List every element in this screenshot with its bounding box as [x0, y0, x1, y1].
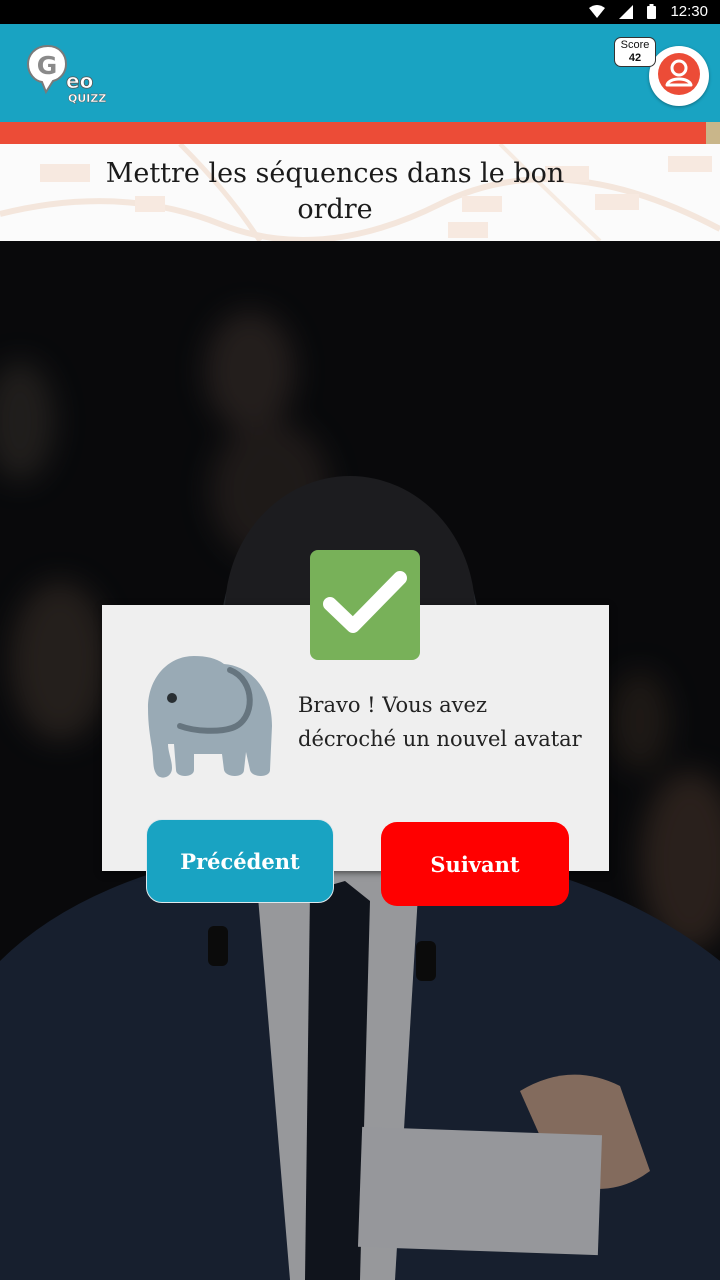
- score-badge: Score 42: [614, 37, 656, 67]
- user-icon: [657, 52, 701, 100]
- score-value: 42: [628, 52, 642, 64]
- question-text: Mettre les séquences dans le bon ordre: [105, 158, 565, 225]
- checkmark-icon: [322, 568, 408, 642]
- battery-icon: [647, 4, 657, 19]
- svg-text:QUIZZ: QUIZZ: [68, 92, 106, 105]
- svg-text:eo: eo: [66, 69, 93, 93]
- status-bar: 12:30: [0, 0, 720, 24]
- wifi-icon: [589, 4, 606, 19]
- geoquizz-logo[interactable]: G eo QUIZZ: [26, 44, 107, 105]
- score-label: Score: [620, 39, 650, 51]
- status-time: 12:30: [670, 3, 708, 20]
- reward-message: Bravo ! Vous avez décroché un nouvel ava…: [298, 693, 582, 751]
- profile-button[interactable]: [649, 46, 709, 106]
- svg-text:G: G: [37, 51, 58, 80]
- signal-icon: [619, 4, 634, 19]
- progress-fill: [0, 122, 706, 144]
- app-bar: G eo QUIZZ: [0, 24, 720, 122]
- question-header: Mettre les séquences dans le bon ordre: [0, 144, 720, 241]
- next-button[interactable]: Suivant: [381, 822, 569, 906]
- elephant-icon: [146, 656, 282, 784]
- previous-button[interactable]: Précédent: [146, 819, 334, 903]
- success-badge: [310, 550, 420, 660]
- progress-bar: [0, 122, 720, 144]
